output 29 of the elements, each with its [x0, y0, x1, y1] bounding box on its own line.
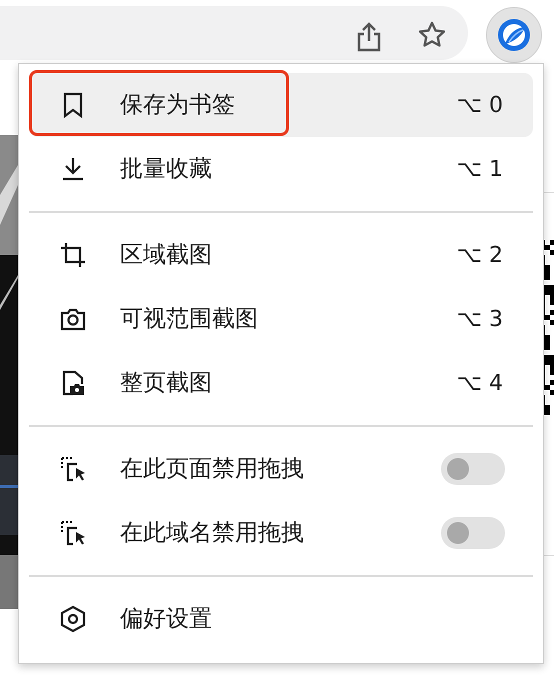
menu-item[interactable]: 整页截图 ⌥ 4	[29, 351, 533, 415]
menu-item-label: 可视范围截图	[120, 304, 259, 334]
menu-item[interactable]: 可视范围截图 ⌥ 3	[29, 287, 533, 351]
menu-item-label: 偏好设置	[120, 604, 213, 634]
toggle-switch[interactable]	[441, 517, 505, 549]
menu-item-label: 在此页面禁用拖拽	[120, 454, 305, 484]
settings-icon	[59, 605, 87, 633]
menu-item[interactable]: 偏好设置	[29, 587, 533, 651]
menu-item-label: 区域截图	[120, 240, 213, 270]
shortcut-label: ⌥ 4	[456, 370, 503, 398]
shortcut-label: ⌥ 3	[456, 306, 503, 334]
menu-item-label: 整页截图	[120, 368, 213, 398]
menu-item-label: 批量收藏	[120, 154, 213, 184]
toggle-switch[interactable]	[441, 453, 505, 485]
shortcut-label: ⌥ 2	[456, 242, 503, 270]
menu-item-label: 在此域名禁用拖拽	[120, 518, 305, 548]
cursor-selection-icon	[59, 519, 87, 547]
bird-logo-icon	[497, 18, 531, 52]
menu-item[interactable]: 保存为书签 ⌥ 0	[29, 73, 533, 137]
menu-item[interactable]: 批量收藏 ⌥ 1	[29, 137, 533, 201]
shortcut-label: ⌥ 0	[456, 92, 503, 120]
share-icon[interactable]	[355, 22, 383, 52]
menu-item[interactable]: 在此页面禁用拖拽	[29, 437, 533, 501]
cursor-selection-icon	[59, 455, 87, 483]
menu-item[interactable]: 区域截图 ⌥ 2	[29, 223, 533, 287]
shortcut-label: ⌥ 1	[456, 156, 503, 184]
menu-item[interactable]: 在此域名禁用拖拽	[29, 501, 533, 565]
crop-icon	[59, 241, 87, 269]
menu-item-label: 保存为书签	[120, 90, 236, 120]
